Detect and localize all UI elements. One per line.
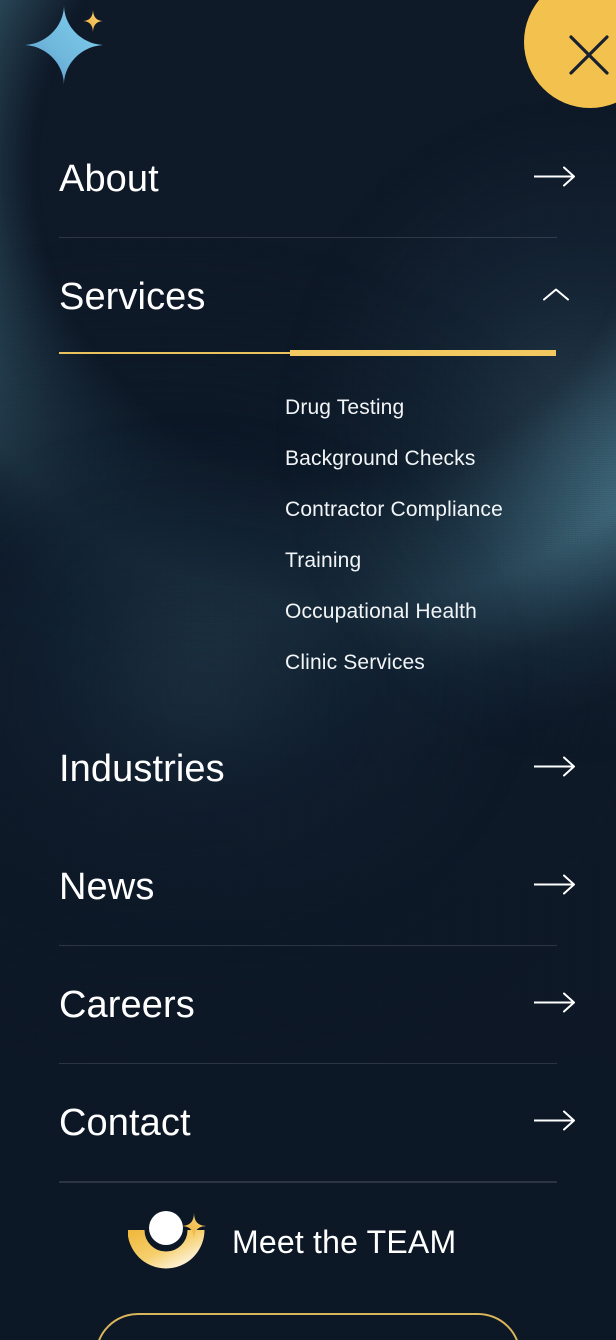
meet-the-team-row: Meet the TEAM (0, 1182, 616, 1302)
submenu-item-contractor-compliance[interactable]: Contractor Compliance (0, 484, 616, 535)
accent-rule-thin-segment (59, 352, 291, 354)
nav-label-careers: Careers (59, 984, 195, 1026)
submenu-item-training[interactable]: Training (0, 535, 616, 586)
team-divider (59, 1182, 557, 1183)
arrow-right-icon (534, 166, 578, 192)
nav-label-industries: Industries (59, 748, 225, 790)
nav-item-services[interactable]: Services (0, 238, 616, 356)
nav-item-about[interactable]: About (0, 120, 616, 238)
nav-label-about: About (59, 158, 159, 200)
nav-item-industries[interactable]: Industries (0, 710, 616, 828)
services-submenu: Drug Testing Background Checks Contracto… (0, 356, 616, 710)
close-menu-button[interactable] (524, 0, 616, 108)
arrow-right-icon (534, 874, 578, 900)
nav-item-news[interactable]: News (0, 828, 616, 946)
nav-label-contact: Contact (59, 1102, 191, 1144)
arrow-right-icon (534, 992, 578, 1018)
sparkle-star-logo-icon[interactable] (20, 4, 114, 88)
arrow-right-icon (534, 756, 578, 782)
nav-label-news: News (59, 866, 155, 908)
close-x-icon (569, 35, 609, 75)
footer-cta-button[interactable] (95, 1313, 521, 1340)
nav-item-careers[interactable]: Careers (0, 946, 616, 1064)
primary-navigation: About Services Drug Testing Background C… (0, 120, 616, 1302)
smile-arc-sparkle-icon (127, 1206, 214, 1278)
submenu-item-clinic-services[interactable]: Clinic Services (0, 637, 616, 688)
chevron-up-icon (542, 287, 570, 308)
nav-label-services: Services (59, 276, 206, 318)
meet-the-team-link[interactable]: Meet the TEAM (127, 1206, 457, 1278)
submenu-item-occupational-health[interactable]: Occupational Health (0, 586, 616, 637)
arrow-right-icon (534, 1110, 578, 1136)
mobile-nav-overlay: About Services Drug Testing Background C… (0, 0, 616, 1340)
meet-the-team-label: Meet the TEAM (232, 1223, 457, 1260)
menu-header (0, 0, 616, 108)
nav-item-contact[interactable]: Contact (0, 1064, 616, 1182)
submenu-item-background-checks[interactable]: Background Checks (0, 433, 616, 484)
submenu-item-drug-testing[interactable]: Drug Testing (0, 382, 616, 433)
